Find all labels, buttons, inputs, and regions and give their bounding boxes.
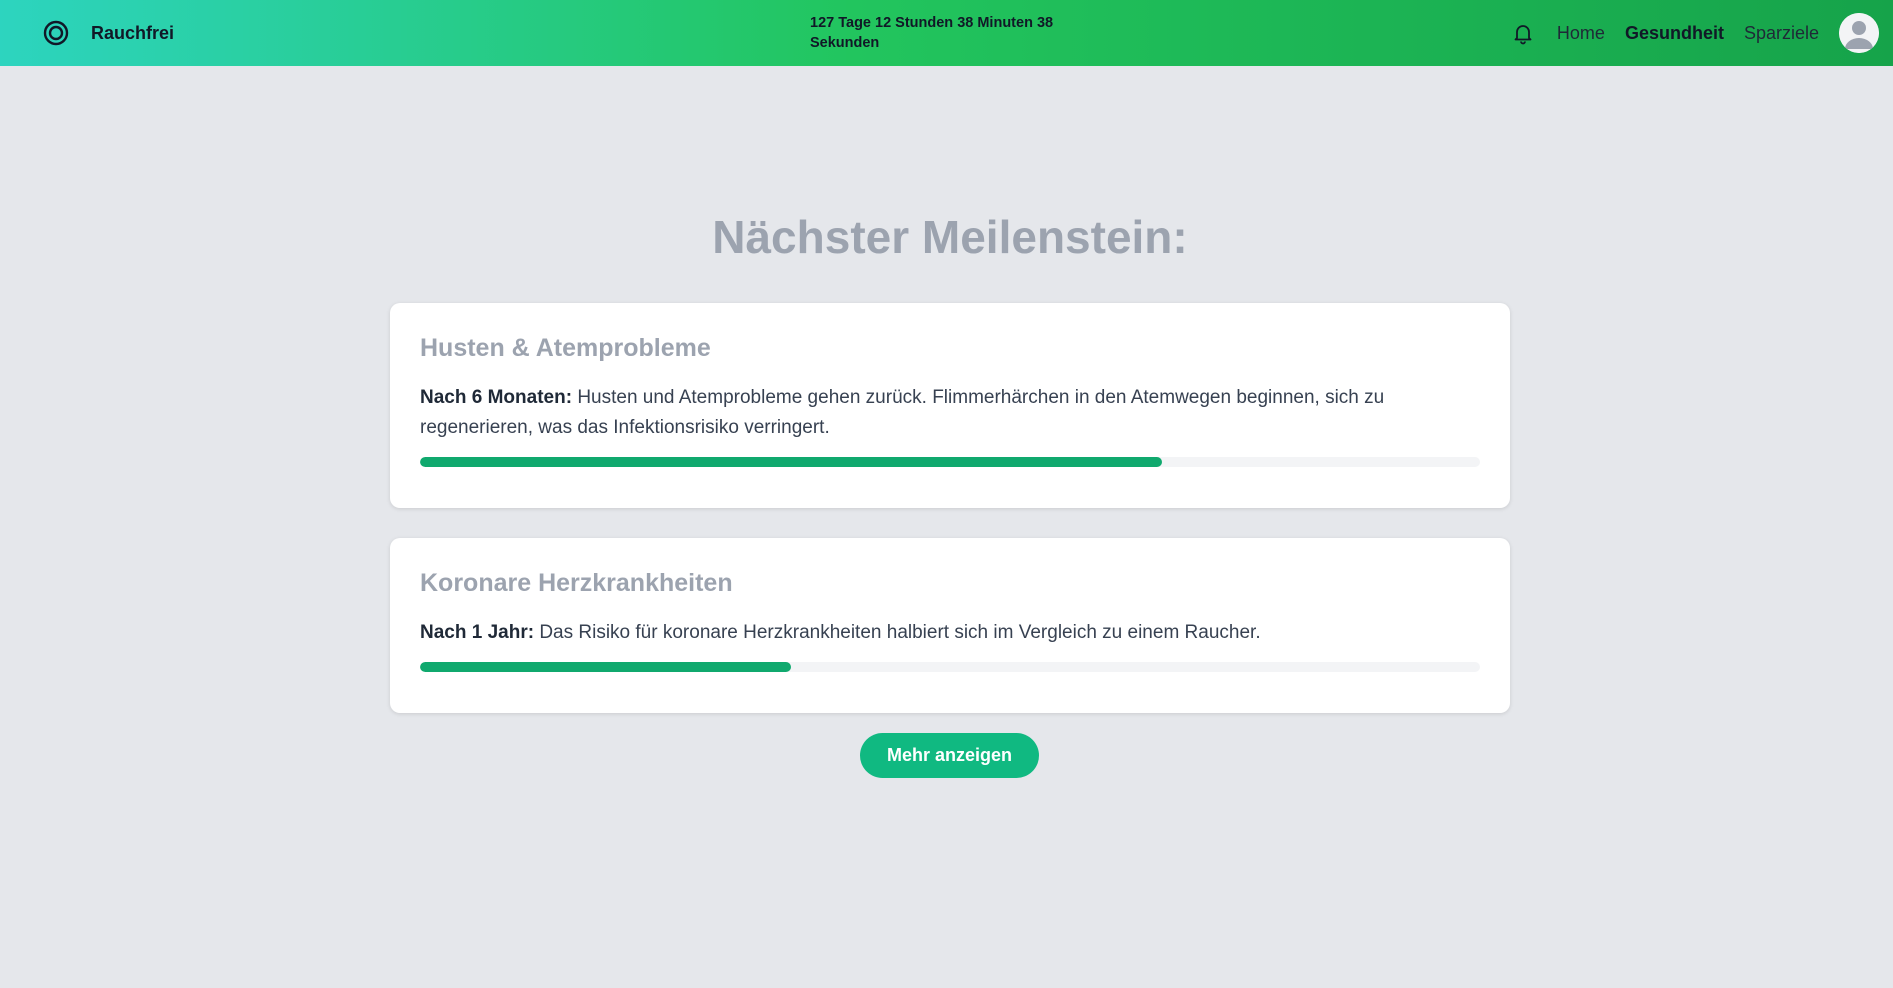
- nav-home[interactable]: Home: [1557, 23, 1605, 44]
- milestone-title: Husten & Atemprobleme: [420, 334, 711, 362]
- nav-gesundheit[interactable]: Gesundheit: [1625, 23, 1724, 44]
- milestone-progress-bar: [420, 662, 1480, 672]
- smoke-free-timer: 127 Tage 12 Stunden 38 Minuten 38 Sekund…: [810, 15, 1054, 51]
- milestone-description: Nach 6 Monaten: Husten und Atemprobleme …: [420, 383, 1480, 443]
- target-ring-icon: [43, 20, 69, 46]
- milestone-progress-fill: [420, 662, 791, 672]
- show-more-button[interactable]: Mehr anzeigen: [860, 733, 1039, 778]
- milestone-card: Husten & Atemprobleme Nach 6 Monaten: Hu…: [390, 303, 1510, 508]
- milestone-title: Koronare Herzkrankheiten: [420, 569, 733, 597]
- main-nav: Home Gesundheit Sparziele: [1511, 0, 1893, 66]
- user-avatar-icon[interactable]: [1839, 13, 1879, 53]
- milestone-text: Das Risiko für koronare Herzkrankheiten …: [539, 622, 1261, 643]
- app-name: Rauchfrei: [91, 22, 175, 43]
- page-headline: Nächster Meilenstein:: [712, 211, 1188, 263]
- milestone-time-label: Nach 1 Jahr:: [420, 622, 535, 643]
- milestone-progress-bar: [420, 457, 1480, 467]
- milestone-progress-fill: [420, 457, 1162, 467]
- brand[interactable]: Rauchfrei: [43, 0, 174, 66]
- milestone-card: Koronare Herzkrankheiten Nach 1 Jahr: Da…: [390, 538, 1510, 713]
- nav-sparziele[interactable]: Sparziele: [1744, 23, 1819, 44]
- milestone-time-label: Nach 6 Monaten:: [420, 387, 573, 408]
- milestone-description: Nach 1 Jahr: Das Risiko für koronare Her…: [420, 618, 1480, 648]
- top-navbar: Rauchfrei 127 Tage 12 Stunden 38 Minuten…: [0, 0, 1893, 66]
- bell-icon[interactable]: [1511, 21, 1535, 45]
